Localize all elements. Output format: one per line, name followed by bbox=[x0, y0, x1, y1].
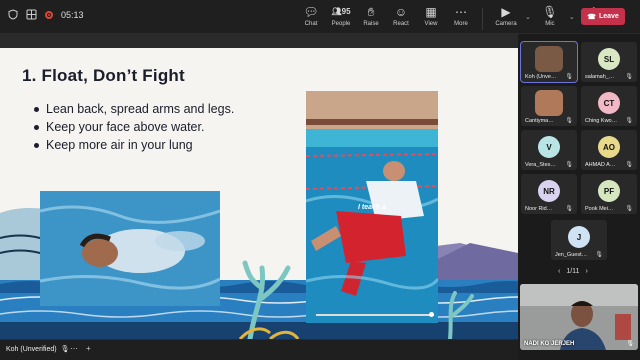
more-button[interactable]: ⋯ More bbox=[446, 2, 476, 32]
slide-bullet-list: Lean back, spread arms and legs. Keep yo… bbox=[34, 100, 234, 154]
raise-hand-button[interactable]: ✋︎ Raise bbox=[356, 2, 386, 32]
shared-content-stage: 1. Float, Don’t Fight Lean back, spread … bbox=[0, 34, 518, 340]
presentation-slide: 1. Float, Don’t Fight Lean back, spread … bbox=[0, 48, 518, 339]
mic-muted-icon: 🎙︎ bbox=[625, 162, 633, 168]
raise-hand-icon: ✋︎ bbox=[367, 5, 375, 19]
mic-muted-icon: 🎙︎ bbox=[595, 252, 603, 258]
avatar: PF bbox=[598, 180, 620, 202]
gallery-pager: ‹ 1/11 › bbox=[558, 268, 588, 275]
add-icon[interactable]: + bbox=[86, 344, 91, 353]
slide-bullet: Keep your face above water. bbox=[34, 118, 234, 136]
presenter-controls: ⋯ + bbox=[70, 344, 91, 353]
recording-indicator-icon bbox=[45, 10, 53, 19]
mic-muted-icon: 🎙︎ bbox=[565, 74, 573, 80]
chat-icon: 💬︎ bbox=[303, 5, 319, 19]
participant-tile[interactable]: PF Pook Mei… 🎙︎ bbox=[581, 174, 637, 214]
self-camera-tile[interactable]: NADI KG JERJEH 🎙︎ bbox=[520, 284, 638, 350]
avatar: SL bbox=[598, 48, 620, 70]
people-icon: 👥︎95 bbox=[331, 7, 351, 16]
participant-tile[interactable]: SL salamah_… 🎙︎ bbox=[581, 42, 637, 82]
slide-title: 1. Float, Don’t Fight bbox=[22, 66, 185, 85]
toolbar-actions: 💬︎ Chat 👥︎95 People ✋︎ Raise ☺︎ React ▦ … bbox=[296, 2, 611, 32]
avatar: V bbox=[538, 136, 560, 158]
avatar: J bbox=[568, 226, 590, 248]
view-button[interactable]: ▦ View bbox=[416, 2, 446, 32]
participants-gallery: Koh (Unve… 🎙︎ SL salamah_… 🎙︎ Cantiyma… … bbox=[518, 34, 640, 360]
more-options-icon[interactable]: ⋯ bbox=[70, 344, 78, 353]
video-progress-bar[interactable] bbox=[316, 312, 434, 317]
people-count: 95 bbox=[341, 7, 351, 16]
more-icon: ⋯ bbox=[455, 5, 467, 19]
phone-hangup-icon: ☎︎ bbox=[587, 13, 596, 21]
avatar: CT bbox=[598, 92, 620, 114]
avatar: AO bbox=[598, 136, 620, 158]
mic-muted-icon: 🎙︎ bbox=[565, 118, 573, 124]
chevron-left-icon[interactable]: ‹ bbox=[558, 268, 560, 275]
meeting-timer: 05:13 bbox=[61, 9, 84, 20]
participant-video bbox=[535, 90, 563, 116]
people-button[interactable]: 👥︎95 People bbox=[326, 2, 356, 32]
presenter-name-label: Koh (Unverified) 🎙︎ bbox=[6, 345, 70, 354]
mic-options-chevron-icon[interactable]: ⌄ bbox=[569, 13, 575, 21]
camera-button[interactable]: ▶︎ Camera bbox=[489, 2, 523, 32]
react-icon: ☺︎ bbox=[394, 5, 408, 19]
participant-tile[interactable]: NR Noor Rid… 🎙︎ bbox=[521, 174, 577, 214]
participant-tile[interactable]: J Jen_Guest… 🎙︎ bbox=[551, 220, 607, 260]
camera-icon: ▶︎ bbox=[501, 5, 511, 19]
participant-tile[interactable]: Cantiyma… 🎙︎ bbox=[521, 86, 577, 126]
chevron-right-icon[interactable]: › bbox=[585, 268, 587, 275]
participant-tile[interactable]: CT Ching Kwo… 🎙︎ bbox=[581, 86, 637, 126]
toolbar-divider bbox=[482, 8, 483, 30]
shield-icon[interactable] bbox=[8, 9, 18, 20]
react-button[interactable]: ☺︎ React bbox=[386, 2, 416, 32]
participant-tile[interactable]: V Vera_Stes… 🎙︎ bbox=[521, 130, 577, 170]
floating-child-photo bbox=[40, 191, 220, 306]
view-icon: ▦ bbox=[425, 5, 437, 19]
slide-bullet: Lean back, spread arms and legs. bbox=[34, 100, 234, 118]
participant-tile[interactable]: Koh (Unve… 🎙︎ bbox=[520, 41, 578, 83]
page-indicator: 1/11 bbox=[566, 268, 580, 275]
chat-button[interactable]: 💬︎ Chat bbox=[296, 2, 326, 32]
mic-icon: 🎙︎ bbox=[626, 341, 634, 347]
participant-video bbox=[535, 46, 563, 72]
mic-muted-icon: 🎙︎ bbox=[565, 162, 573, 168]
participants-grid-icon[interactable] bbox=[26, 9, 37, 20]
avatar: NR bbox=[538, 180, 560, 202]
mic-muted-icon: 🎙︎ bbox=[625, 206, 633, 212]
camera-options-chevron-icon[interactable]: ⌄ bbox=[525, 13, 531, 21]
video-caption: I teach a bbox=[357, 204, 386, 211]
slide-bullet: Keep more air in your lung bbox=[34, 136, 234, 154]
meeting-toolbar: 05:13 💬︎ Chat 👥︎95 People ✋︎ Raise ☺︎ Re… bbox=[0, 0, 640, 34]
video-progress-knob[interactable] bbox=[429, 312, 434, 317]
mic-button[interactable]: 🎙︎ Mic bbox=[533, 2, 567, 32]
participant-tile[interactable]: AO AHMAD A… 🎙︎ bbox=[581, 130, 637, 170]
mic-muted-icon: 🎙︎ bbox=[625, 118, 633, 124]
toolbar-left: 05:13 bbox=[8, 9, 84, 20]
mic-icon: 🎙︎ bbox=[542, 5, 558, 19]
swimming-demo-video[interactable]: I teach a bbox=[306, 91, 438, 323]
presenter-bar: Koh (Unverified) 🎙︎ ⋯ + bbox=[0, 340, 518, 360]
mic-muted-icon: 🎙︎ bbox=[565, 206, 573, 212]
mic-muted-icon: 🎙︎ bbox=[625, 74, 633, 80]
mic-icon: 🎙︎ bbox=[60, 346, 70, 353]
leave-button[interactable]: ☎︎ Leave bbox=[581, 8, 625, 25]
